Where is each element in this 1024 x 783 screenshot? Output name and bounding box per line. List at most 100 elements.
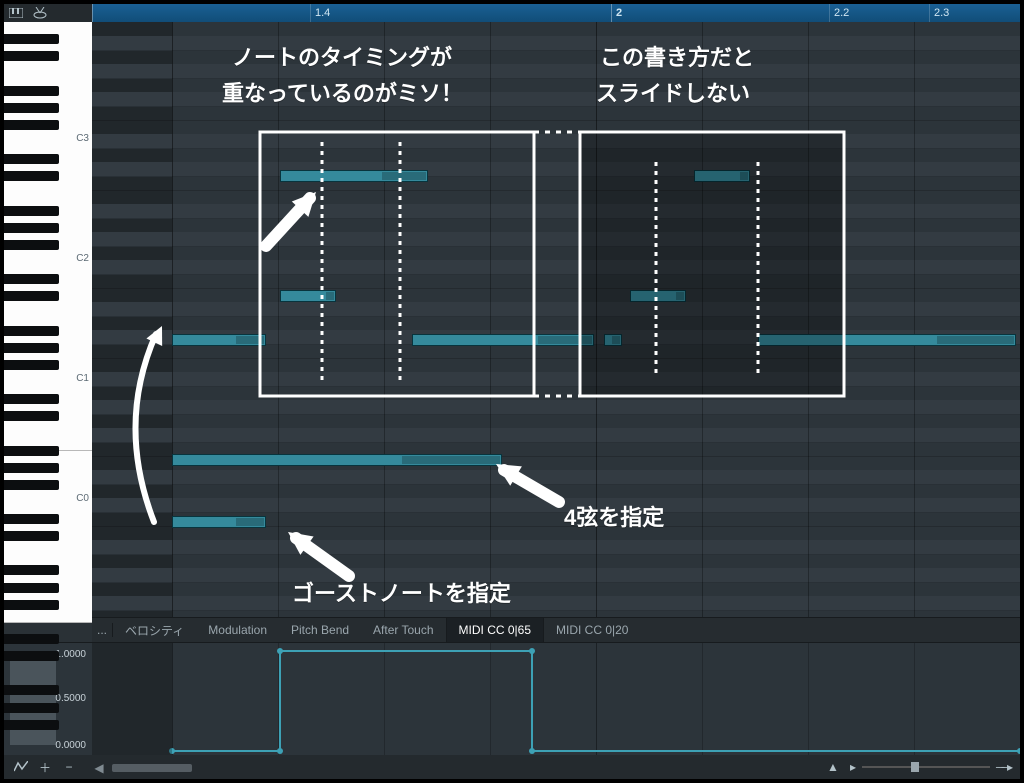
lane-tab[interactable]: ベロシティ: [113, 618, 196, 642]
remove-lane-icon[interactable]: −: [62, 760, 76, 774]
note-grid[interactable]: [92, 22, 1020, 619]
grid-line: [702, 22, 703, 619]
black-key[interactable]: [4, 685, 59, 695]
ruler-tick: 2.2: [829, 4, 849, 22]
octave-label: C1: [76, 373, 89, 384]
annotation-string-label: 4弦を指定: [564, 500, 664, 532]
grid-line: [808, 22, 809, 619]
grid-row: [92, 344, 1020, 359]
automation-mode-icon[interactable]: [14, 761, 28, 773]
grid-row: [92, 526, 1020, 541]
grid-row: [92, 106, 1020, 121]
midi-note[interactable]: [280, 170, 428, 182]
scroll-thumb[interactable]: [112, 764, 192, 772]
black-key[interactable]: [4, 171, 59, 181]
black-key[interactable]: [4, 394, 59, 404]
black-key[interactable]: [4, 463, 59, 473]
midi-note[interactable]: [758, 334, 1016, 346]
black-key[interactable]: [4, 565, 59, 575]
black-key[interactable]: [4, 34, 59, 44]
grid-row: [92, 162, 1020, 177]
grid-line: [914, 22, 915, 619]
bottom-toolbar: ＋ − ◀ ▲ ▸──▸: [4, 755, 1020, 779]
grid-row: [92, 568, 1020, 583]
lane-tab[interactable]: MIDI CC 0|65: [446, 618, 544, 642]
black-key[interactable]: [4, 703, 59, 713]
black-key[interactable]: [4, 223, 59, 233]
drum-mode-icon[interactable]: [28, 4, 52, 22]
black-key[interactable]: [4, 446, 59, 456]
black-key[interactable]: [4, 634, 59, 644]
midi-note[interactable]: [280, 290, 336, 302]
black-key[interactable]: [4, 583, 59, 593]
octave-label: C3: [76, 133, 89, 144]
scroll-left-icon[interactable]: ◀: [92, 761, 106, 775]
black-key[interactable]: [4, 240, 59, 250]
piano-roll-mode-icon[interactable]: [4, 4, 28, 22]
grid-row: [92, 470, 1020, 485]
black-key[interactable]: [4, 291, 59, 301]
horizontal-scrollbar[interactable]: ◀: [92, 761, 840, 775]
lane-tab[interactable]: Modulation: [196, 618, 279, 642]
grid-row: [92, 414, 1020, 429]
grid-row: [92, 190, 1020, 205]
timeline-ruler[interactable]: 1.422.22.3: [92, 4, 1020, 22]
grid-row: [92, 484, 1020, 499]
annotation-noslide-line2: スライドしない: [596, 76, 750, 108]
automation-pane[interactable]: [92, 642, 1020, 755]
octave-label: C2: [76, 253, 89, 264]
black-key[interactable]: [4, 120, 59, 130]
black-key[interactable]: [4, 326, 59, 336]
grid-row: [92, 358, 1020, 373]
midi-note[interactable]: [412, 334, 594, 346]
lane-more-button[interactable]: ...: [92, 623, 113, 637]
ruler-tick: 2.3: [929, 4, 949, 22]
black-key[interactable]: [4, 343, 59, 353]
black-key[interactable]: [4, 206, 59, 216]
midi-note[interactable]: [694, 170, 750, 182]
black-key[interactable]: [4, 411, 59, 421]
grid-row: [92, 120, 1020, 135]
black-key[interactable]: [4, 514, 59, 524]
grid-row: [92, 134, 1020, 149]
annotation-ghost-label: ゴーストノートを指定: [292, 576, 511, 608]
black-key[interactable]: [4, 600, 59, 610]
grid-line: [172, 22, 173, 619]
lane-tab[interactable]: After Touch: [361, 618, 445, 642]
black-key[interactable]: [4, 651, 59, 661]
grid-line: [490, 22, 491, 619]
grid-row: [92, 22, 1020, 37]
black-key[interactable]: [4, 480, 59, 490]
horizontal-zoom-slider[interactable]: ▸──▸: [850, 762, 1010, 772]
grid-row: [92, 372, 1020, 387]
black-key[interactable]: [4, 531, 59, 541]
black-key[interactable]: [4, 274, 59, 284]
grid-row: [92, 582, 1020, 597]
midi-note[interactable]: [604, 334, 622, 346]
midi-note[interactable]: [172, 516, 266, 528]
black-key[interactable]: [4, 154, 59, 164]
black-key[interactable]: [4, 360, 59, 370]
black-key[interactable]: [4, 720, 59, 730]
piano-keyboard[interactable]: C3 C2 C1 C0: [4, 22, 93, 619]
lane-tab[interactable]: Pitch Bend: [279, 618, 361, 642]
pre-roll-shade: [92, 643, 172, 755]
midi-note[interactable]: [630, 290, 686, 302]
annotation-overlap-line2: 重なっているのがミソ！: [222, 76, 463, 108]
black-key[interactable]: [4, 103, 59, 113]
grid-line: [384, 22, 385, 619]
grid-row: [92, 288, 1020, 303]
grid-row: [92, 274, 1020, 289]
grid-row: [92, 540, 1020, 555]
octave-label: C0: [76, 493, 89, 504]
grid-row: [92, 260, 1020, 275]
midi-note[interactable]: [172, 454, 502, 466]
ruler-tick: 1.4: [310, 4, 330, 22]
scale-mid: 0.5000: [55, 693, 86, 704]
grid-row: [92, 218, 1020, 233]
add-lane-icon[interactable]: ＋: [38, 759, 52, 776]
black-key[interactable]: [4, 51, 59, 61]
lane-tab[interactable]: MIDI CC 0|20: [544, 618, 640, 642]
midi-note[interactable]: [172, 334, 266, 346]
black-key[interactable]: [4, 86, 59, 96]
